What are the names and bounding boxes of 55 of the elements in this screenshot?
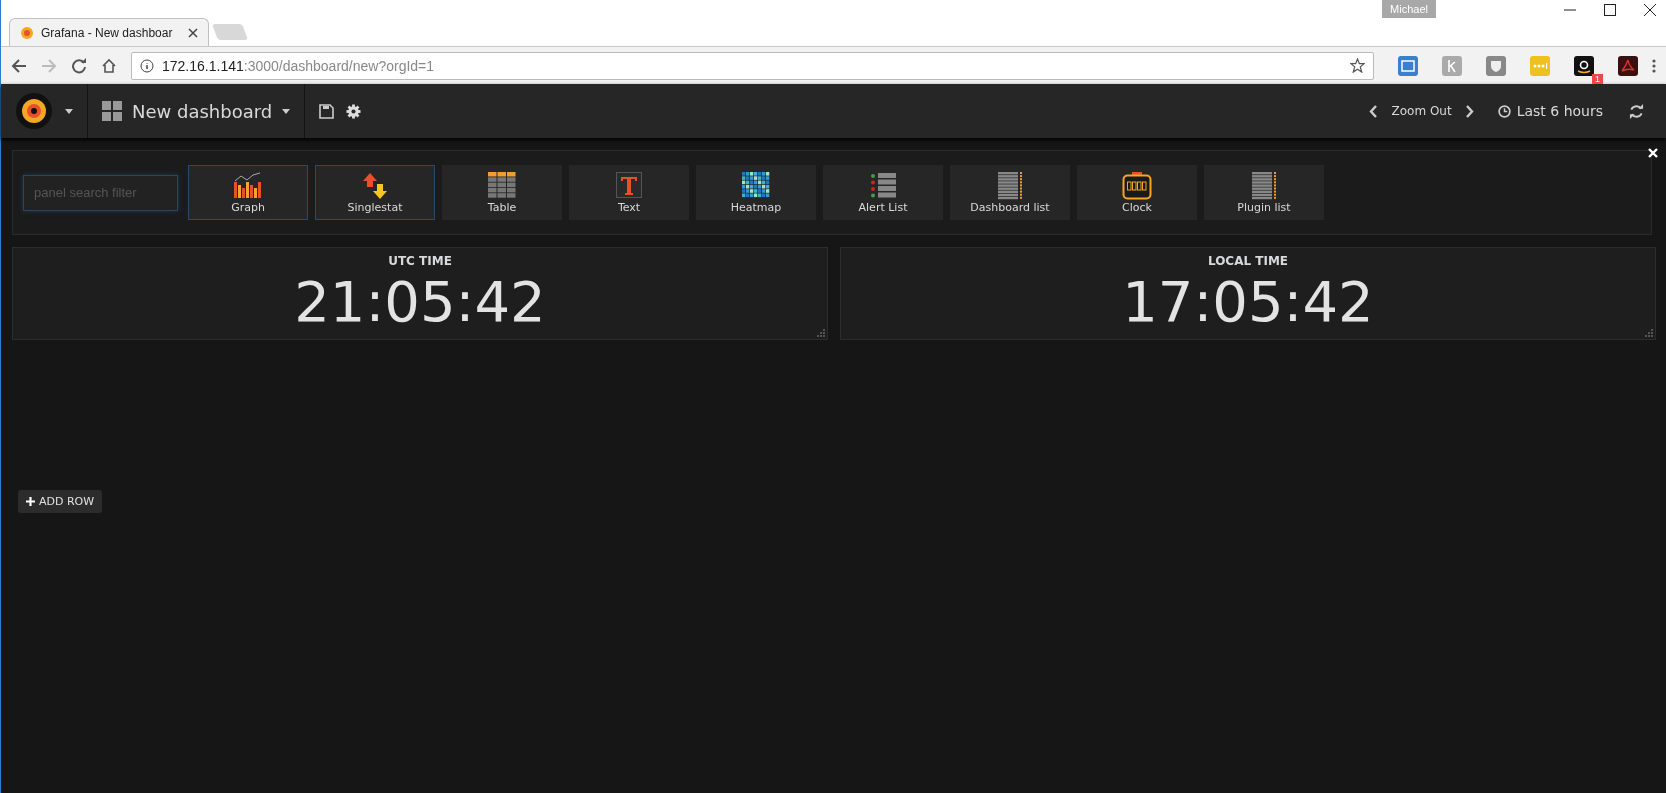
letter-icon: [616, 172, 642, 198]
refresh-icon[interactable]: [1629, 103, 1644, 119]
caret-icon[interactable]: [65, 108, 73, 114]
panel-type-tile[interactable]: Text: [569, 165, 689, 220]
shield-icon[interactable]: [1486, 55, 1506, 76]
panel-title[interactable]: LOCAL TIME: [1207, 254, 1289, 268]
panel-type-tile[interactable]: Dashboard list: [950, 165, 1070, 220]
panel-type-tile[interactable]: Clock: [1077, 165, 1197, 220]
logo-icon[interactable]: [15, 92, 53, 130]
clock-time: 17:05:42: [1122, 268, 1374, 336]
home-icon[interactable]: [101, 57, 117, 74]
panel-type-tile[interactable]: Heatmap: [696, 165, 816, 220]
panel-type-tile[interactable]: Plugin list: [1204, 165, 1324, 220]
logo-icon: [20, 25, 34, 40]
browser-tab[interactable]: Grafana - New dashboar: [9, 18, 209, 46]
heatmap-icon: [742, 172, 770, 198]
panel-type-tile[interactable]: Graph: [188, 165, 308, 220]
chevron-right-icon[interactable]: [1465, 104, 1474, 118]
maximize-icon[interactable]: [1604, 4, 1616, 16]
zoom-out-button[interactable]: Zoom Out: [1391, 104, 1452, 118]
dashboard-name[interactable]: New dashboard: [132, 100, 273, 122]
resize-handle-icon[interactable]: [1645, 329, 1653, 337]
chevron-left-icon[interactable]: [1369, 104, 1378, 118]
resize-handle-icon[interactable]: [817, 329, 825, 337]
grid-icon: [102, 101, 122, 121]
list-icon: [997, 172, 1023, 200]
dots-icon[interactable]: [1530, 55, 1550, 76]
bar-chart-icon: [233, 172, 263, 198]
panel-type-tile[interactable]: Alert List: [823, 165, 943, 220]
close-icon[interactable]: [1644, 4, 1656, 16]
panel-title[interactable]: UTC TIME: [388, 254, 452, 268]
add-row-button[interactable]: ADD ROW: [18, 490, 103, 513]
arrows-icon: [362, 172, 388, 200]
back-icon[interactable]: [11, 57, 27, 74]
caret-icon: [282, 108, 291, 114]
list-icon: [1251, 172, 1277, 200]
clock-icon: [1497, 104, 1511, 118]
panel-type-tile[interactable]: Table: [442, 165, 562, 220]
address-bar[interactable]: 172.16.1.141:3000/dashboard/new?orgId=1: [131, 51, 1374, 80]
save-icon[interactable]: [319, 103, 335, 119]
settings-icon[interactable]: [346, 103, 362, 119]
star-icon[interactable]: [1350, 58, 1365, 73]
close-icon[interactable]: [188, 27, 198, 38]
table-icon: [488, 172, 516, 198]
notification-badge: 1: [1592, 73, 1603, 84]
screen-icon[interactable]: [1398, 55, 1418, 76]
alert-list-icon: [869, 172, 897, 200]
plus-icon: [26, 497, 35, 506]
panel-type-tile[interactable]: Singlestat: [315, 165, 435, 220]
time-range-picker[interactable]: Last 6 hours: [1497, 103, 1603, 119]
clock-icon: [1122, 172, 1152, 200]
menu-icon[interactable]: [1652, 57, 1656, 74]
clock-time: 21:05:42: [294, 268, 546, 336]
info-icon: [140, 58, 154, 73]
reload-icon[interactable]: [71, 57, 87, 74]
